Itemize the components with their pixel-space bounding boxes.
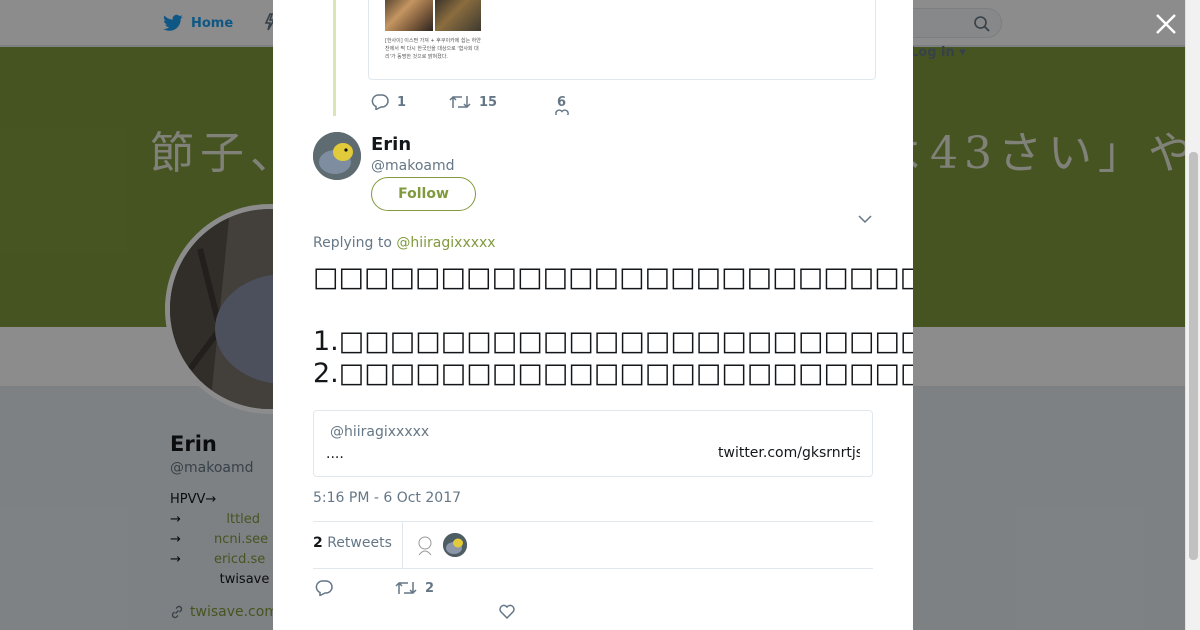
bird-photo	[313, 132, 361, 180]
retweet-button[interactable]: 2	[395, 580, 434, 596]
tweet-author-handle[interactable]: @makoamd	[371, 158, 455, 174]
retweets-count[interactable]: 2 Retweets	[313, 535, 392, 551]
parent-card-text: [한사이] 이스쩐 가져 + 후쿠이카에 쉽는 하얀찬에서 찍 다시 한국인을 …	[385, 38, 481, 60]
tweet-timestamp[interactable]: 5:16 PM - 6 Oct 2017	[313, 490, 461, 506]
scrollbar-thumb[interactable]	[1189, 152, 1198, 560]
quoted-handle: @hiiragixxxxx	[330, 424, 430, 440]
quoted-link[interactable]: twitter.com/gksrnrtjs	[718, 445, 860, 461]
retweeter-avatar[interactable]	[443, 533, 467, 557]
replying-to: Replying to @hiiragixxxxx	[313, 235, 496, 251]
stats-divider	[402, 522, 403, 568]
reply-button[interactable]	[315, 580, 333, 600]
scrollbar[interactable]	[1185, 0, 1200, 630]
reply-icon	[371, 94, 389, 110]
tweet-actions: 2	[313, 580, 873, 620]
chevron-down-icon[interactable]	[858, 214, 872, 224]
retweet-icon	[449, 95, 471, 109]
heart-icon	[499, 604, 515, 620]
sketch-avatar	[418, 536, 432, 556]
replying-to-link[interactable]: @hiiragixxxxx	[396, 235, 495, 251]
bird-photo	[443, 533, 467, 557]
quoted-tweet-card[interactable]: @hiiragixxxxx .... twitter.com/gksrnrtjs	[313, 410, 873, 477]
like-button[interactable]	[499, 604, 515, 623]
tweet-author-name[interactable]: Erin	[371, 134, 411, 155]
parent-like-button[interactable]: 6	[555, 95, 569, 115]
retweeter-avatar[interactable]	[413, 533, 437, 557]
tweet-stats: 2 Retweets	[313, 521, 873, 569]
follow-button[interactable]: Follow	[371, 177, 476, 211]
thread-line	[333, 0, 336, 116]
reply-icon	[315, 580, 333, 597]
food-photo	[385, 0, 481, 31]
retweet-icon	[395, 581, 417, 595]
parent-tweet-actions: 1 15 6	[371, 92, 569, 115]
close-icon[interactable]	[1154, 12, 1178, 36]
parent-retweet-button[interactable]: 15	[449, 94, 557, 110]
quoted-text: ....	[326, 446, 344, 462]
tweet-avatar[interactable]	[313, 132, 361, 180]
parent-reply-button[interactable]: 1	[371, 94, 449, 110]
tweet-modal: [한사이] 이스쩐 가져 + 후쿠이카에 쉽는 하얀찬에서 찍 다시 한국인을 …	[273, 0, 913, 630]
heart-icon	[555, 108, 569, 115]
tweet-text: □□□□□□□□□□□□□□□□□□□□□□□□□□□□□□□.... 1.□□…	[313, 262, 913, 389]
parent-tweet-card[interactable]: [한사이] 이스쩐 가져 + 후쿠이카에 쉽는 하얀찬에서 찍 다시 한국인을 …	[368, 0, 876, 80]
